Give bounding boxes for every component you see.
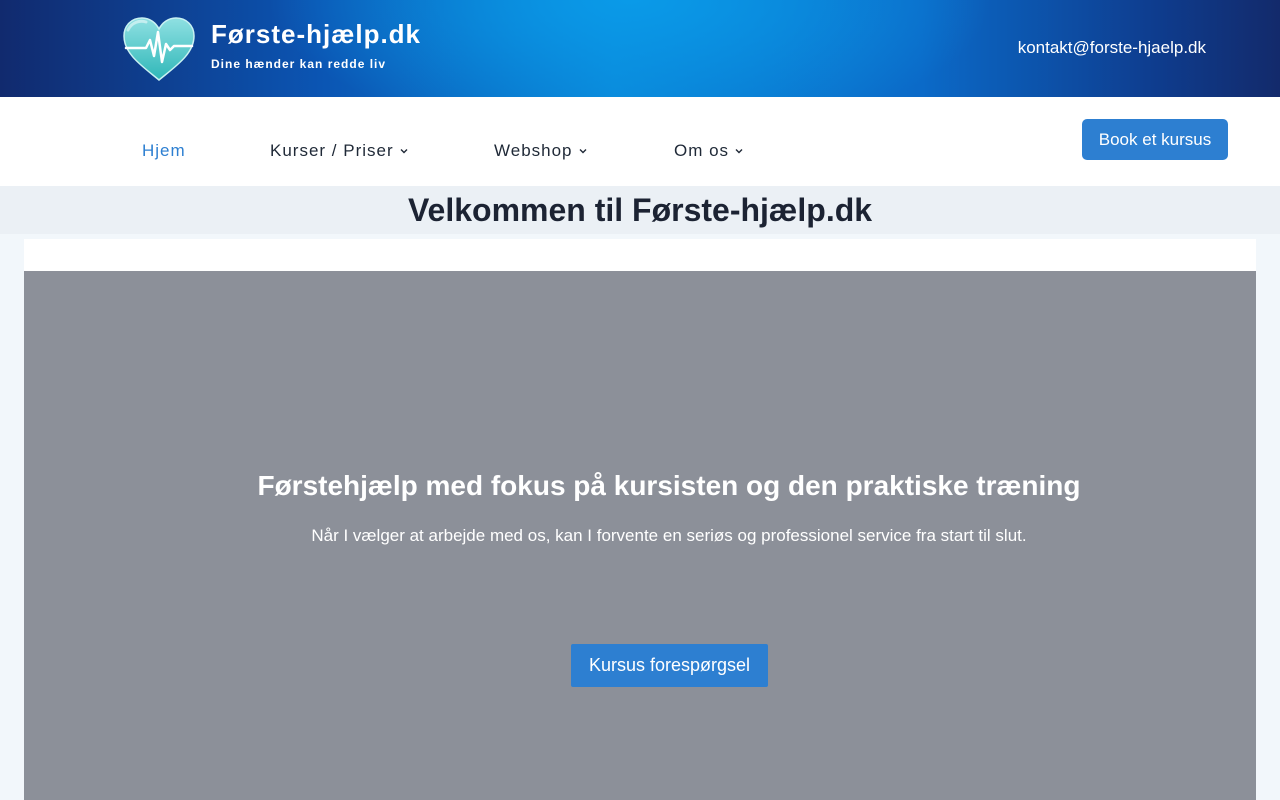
- hero-text: Når I vælger at arbejde med os, kan I fo…: [311, 526, 1027, 545]
- main-nav: Hjem Kurser / Priser Webshop Om os Book …: [0, 97, 1280, 186]
- hero-heading: Førstehjælp med fokus på kursisten og de…: [257, 470, 1081, 501]
- nav-item-webshop[interactable]: Webshop: [494, 141, 587, 161]
- contact-email-link[interactable]: kontakt@forste-hjaelp.dk: [1018, 38, 1206, 58]
- nav-item-label: Om os: [674, 141, 730, 160]
- book-course-button[interactable]: Book et kursus: [1082, 119, 1228, 160]
- nav-item-about[interactable]: Om os: [674, 141, 743, 161]
- nav-item-label: Webshop: [494, 141, 573, 160]
- site-title[interactable]: Første-hjælp.dk: [211, 19, 421, 50]
- nav-item-label: Kurser / Priser: [270, 141, 394, 160]
- title-strip: Velkommen til Første-hjælp.dk: [0, 186, 1280, 234]
- hero-section: Førstehjælp med fokus på kursisten og de…: [0, 271, 1280, 800]
- chevron-down-icon: [735, 149, 743, 154]
- course-inquiry-button[interactable]: Kursus forespørgsel: [571, 644, 768, 687]
- site-tagline: Dine hænder kan redde liv: [211, 57, 387, 71]
- nav-item-home[interactable]: Hjem: [142, 141, 186, 161]
- chevron-down-icon: [579, 149, 587, 154]
- nav-item-courses-prices[interactable]: Kurser / Priser: [270, 141, 408, 161]
- heart-pulse-icon[interactable]: [122, 16, 196, 82]
- hero-overlay: Førstehjælp med fokus på kursisten og de…: [24, 271, 1256, 800]
- chevron-down-icon: [400, 149, 408, 154]
- top-banner: Første-hjælp.dk Dine hænder kan redde li…: [0, 0, 1280, 97]
- page-title: Velkommen til Første-hjælp.dk: [407, 192, 873, 228]
- nav-item-label: Hjem: [142, 141, 186, 160]
